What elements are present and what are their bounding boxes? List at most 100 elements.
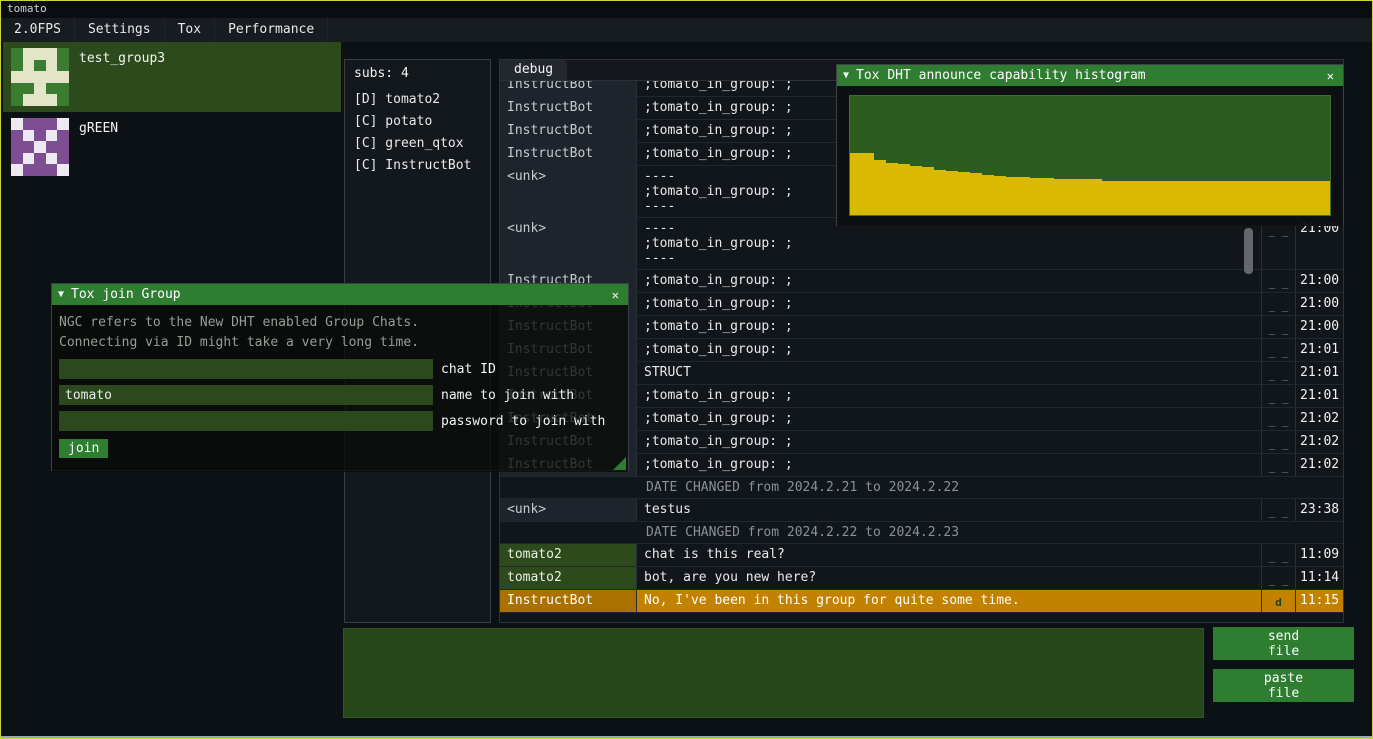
message-input[interactable] [343, 628, 1204, 718]
avatar-pixel [57, 153, 69, 165]
histogram-bar [1186, 181, 1198, 216]
subs-list-item[interactable]: [D] tomato2 [345, 89, 490, 111]
histogram-bar [994, 176, 1006, 215]
message-sender: InstructBot [500, 97, 637, 119]
message-sender: <unk> [500, 218, 637, 269]
avatar-pixel [11, 71, 23, 83]
join-field-label: chat ID [441, 362, 496, 377]
histogram-window-titlebar[interactable]: ▼ Tox DHT announce capability histogram … [837, 65, 1343, 86]
subs-header: subs: 4 [345, 60, 490, 89]
join-input-0[interactable] [59, 359, 433, 379]
histogram-bar [1174, 181, 1186, 216]
chat-scrollbar-thumb[interactable] [1244, 228, 1253, 274]
avatar-pixel [34, 60, 46, 72]
avatar-pixel [46, 153, 58, 165]
message-timestamp: 21:02 [1295, 408, 1343, 430]
histogram-window-body [837, 86, 1343, 226]
resize-grip-icon[interactable] [613, 457, 626, 470]
avatar-pixel [57, 118, 69, 130]
message-sender: InstructBot [500, 120, 637, 142]
histogram-bar [1282, 181, 1294, 216]
message-timestamp: 21:02 [1295, 454, 1343, 476]
subs-list-item[interactable]: [C] InstructBot [345, 155, 490, 177]
message-status-flags: d [1261, 590, 1295, 612]
histogram-bar [1150, 181, 1162, 216]
join-fields: chat IDname to join withpassword to join… [59, 359, 621, 431]
avatar-pixel [23, 48, 35, 60]
histogram-bar [1018, 177, 1030, 215]
avatar-pixel [11, 94, 23, 106]
join-input-1[interactable] [59, 385, 433, 405]
avatar-pixel [34, 118, 46, 130]
chat-message-row[interactable]: tomato2bot, are you new here?_ _11:14 [500, 567, 1343, 590]
menu-item-settings[interactable]: Settings [75, 18, 165, 42]
histogram-bar [1078, 179, 1090, 215]
subs-list-item[interactable]: [C] potato [345, 111, 490, 133]
histogram-bar [970, 173, 982, 215]
avatar-pixel [57, 60, 69, 72]
message-text: STRUCT [637, 362, 1261, 384]
message-status-flags: _ _ [1261, 567, 1295, 589]
subs-list-item[interactable]: [C] green_qtox [345, 133, 490, 155]
avatar-pixel [34, 153, 46, 165]
join-window-body: NGC refers to the New DHT enabled Group … [52, 305, 628, 472]
avatar-pixel [11, 60, 23, 72]
message-sender: <unk> [500, 166, 637, 217]
avatar-pixel [34, 71, 46, 83]
message-text: ;tomato_in_group: ; [637, 293, 1261, 315]
histogram-bar [874, 160, 886, 215]
message-text: ;tomato_in_group: ; [637, 339, 1261, 361]
contact-item[interactable]: gREEN [3, 112, 341, 182]
message-text: bot, are you new here? [637, 567, 1261, 589]
chat-message-row[interactable]: <unk>testus_ _23:38 [500, 499, 1343, 522]
avatar-pixel [11, 153, 23, 165]
histogram-bar [922, 167, 934, 215]
close-icon[interactable]: ✕ [1324, 69, 1337, 83]
avatar-pixel [23, 83, 35, 95]
message-sender: InstructBot [500, 590, 637, 612]
window-titlebar[interactable]: tomato [1, 1, 1372, 18]
chat-message-row[interactable]: tomato2chat is this real?_ _11:09 [500, 544, 1343, 567]
collapse-icon[interactable]: ▼ [58, 289, 64, 300]
join-button[interactable]: join [59, 439, 108, 458]
avatar-pixel [34, 48, 46, 60]
contact-item[interactable]: test_group3 [3, 42, 341, 112]
join-window-title: Tox join Group [71, 287, 602, 302]
histogram-bar [982, 175, 994, 215]
histogram-bar [1138, 181, 1150, 216]
menubar: 2.0FPS SettingsToxPerformance [1, 18, 1372, 42]
send-file-button[interactable]: send file [1213, 627, 1354, 660]
menu-item-performance[interactable]: Performance [215, 18, 328, 42]
avatar-pixel [11, 130, 23, 142]
avatar-pixel [46, 118, 58, 130]
message-status-flags: _ _ [1261, 339, 1295, 361]
message-status-flags: _ _ [1261, 293, 1295, 315]
tab-debug[interactable]: debug [500, 60, 567, 80]
avatar-pixel [34, 130, 46, 142]
collapse-icon[interactable]: ▼ [843, 70, 849, 81]
avatar-pixel [23, 141, 35, 153]
avatar-pixel [57, 71, 69, 83]
histogram-bar [946, 171, 958, 215]
message-timestamp: 23:38 [1295, 499, 1343, 521]
paste-file-button[interactable]: paste file [1213, 669, 1354, 702]
join-desc-line2: Connecting via ID might take a very long… [59, 333, 621, 353]
histogram-bar [1066, 179, 1078, 215]
join-window-titlebar[interactable]: ▼ Tox join Group ✕ [52, 284, 628, 305]
histogram-bar [1054, 179, 1066, 215]
message-status-flags: _ _ [1261, 385, 1295, 407]
menu-item-tox[interactable]: Tox [165, 18, 215, 42]
close-icon[interactable]: ✕ [609, 288, 622, 302]
histogram-bar [1210, 181, 1222, 216]
contact-name: gREEN [79, 121, 118, 136]
avatar-pixel [23, 60, 35, 72]
histogram-bar [1114, 181, 1126, 216]
avatar-pixel [57, 83, 69, 95]
histogram-bar [1162, 181, 1174, 216]
chat-message-row[interactable]: InstructBotNo, I've been in this group f… [500, 590, 1343, 613]
join-input-2[interactable] [59, 411, 433, 431]
contact-sidebar: test_group3 gREEN [3, 42, 341, 182]
message-status-flags: _ _ [1261, 544, 1295, 566]
message-status-flags: _ _ [1261, 431, 1295, 453]
join-group-window: ▼ Tox join Group ✕ NGC refers to the New… [51, 283, 629, 471]
